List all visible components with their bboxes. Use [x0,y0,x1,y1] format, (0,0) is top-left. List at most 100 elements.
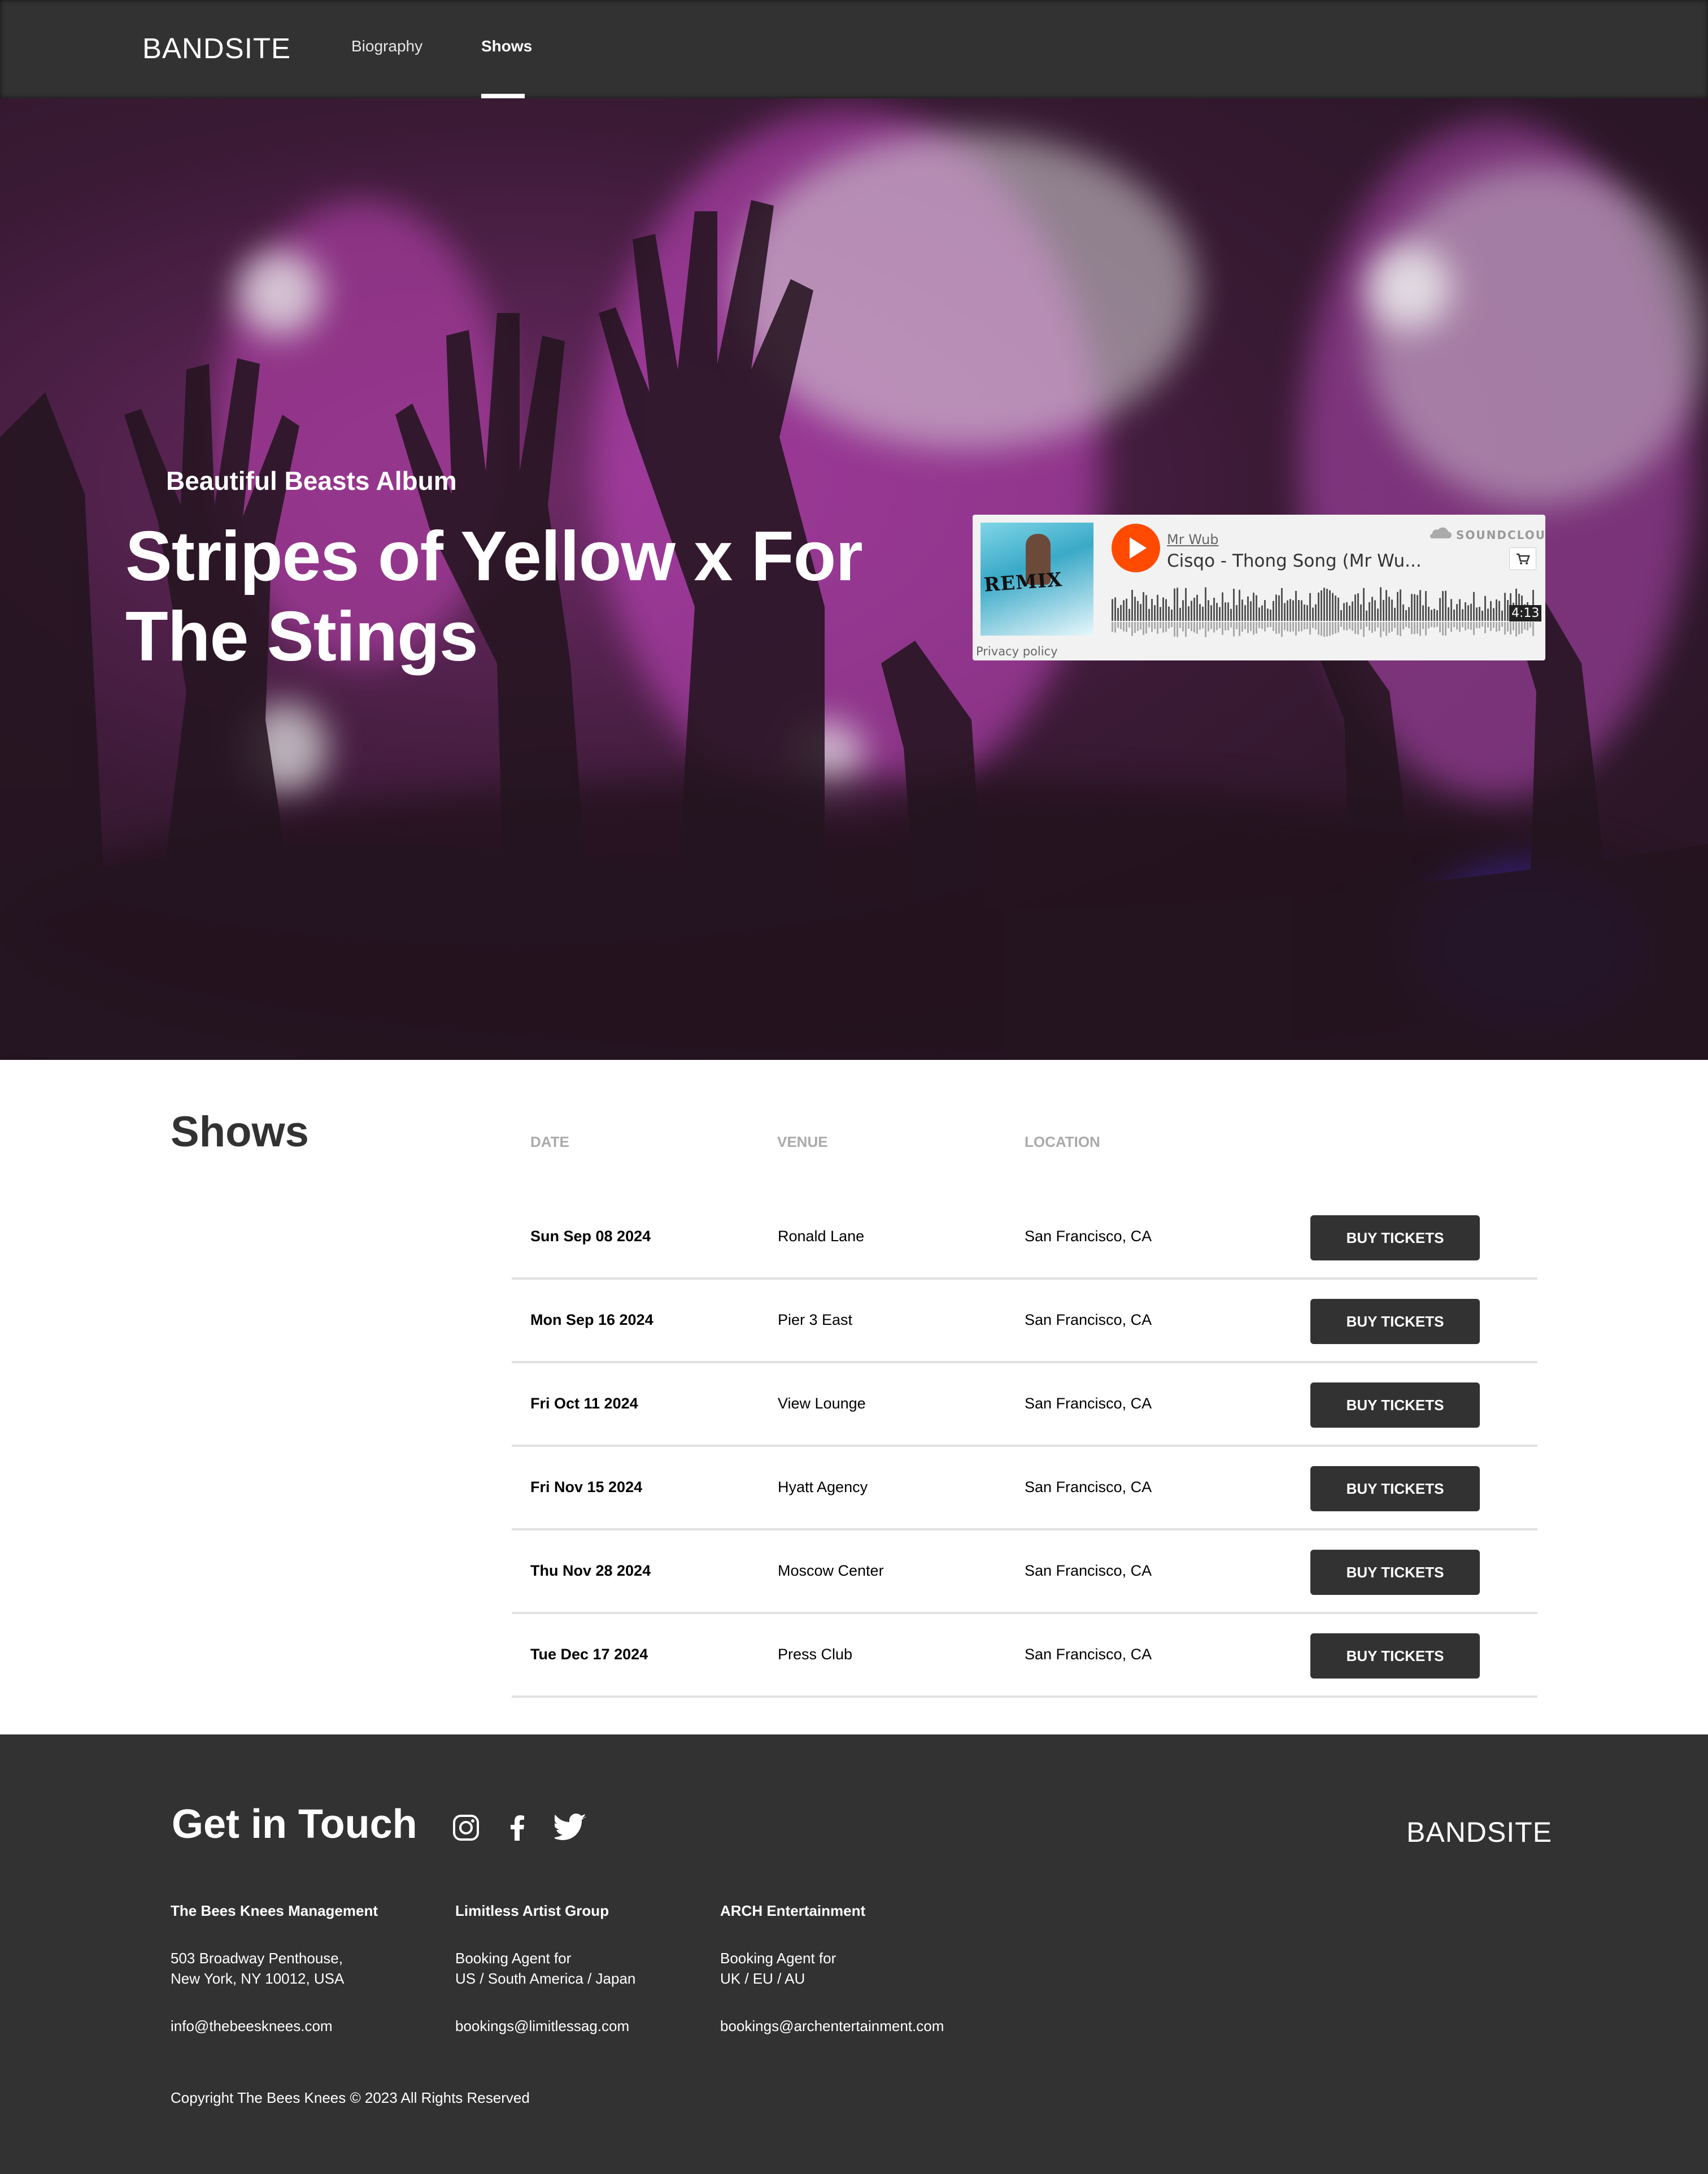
waveform-bar-reflection [1518,622,1520,634]
waveform-bar-reflection [1193,622,1195,633]
waveform-bar-reflection [1532,622,1534,636]
waveform-bar-reflection [1219,622,1221,629]
soundcloud-cloud-icon [1430,527,1452,538]
waveform-bar [1400,589,1401,621]
contact-name: The Bees Knees Management [171,1902,378,1919]
waveform-bar [1295,590,1297,621]
waveform-bar-reflection [1482,622,1483,627]
waveform-bar [1377,608,1379,621]
waveform-bar-reflection [1185,622,1187,637]
contact-address: 503 Broadway Penthouse, New York, NY 100… [171,1948,378,1989]
buy-tickets-button[interactable]: BUY TICKETS [1310,1550,1480,1595]
waveform-bar [1213,598,1215,621]
hero-title: Stripes of Yellow x For The Stings [125,518,863,676]
waveform-bar-reflection [1174,622,1175,637]
contact-address: Booking Agent for US / South America / J… [455,1948,635,1989]
waveform-bar-reflection [1131,622,1133,636]
waveform-bar [1165,599,1167,621]
waveform-bar-reflection [1295,622,1297,636]
twitter-icon[interactable] [552,1814,587,1845]
buy-tickets-button[interactable]: BUY TICKETS [1310,1299,1480,1344]
waveform-bar [1448,607,1449,621]
track-title-link[interactable]: Cisqo - Thong Song (Mr Wu... [1167,551,1422,571]
waveform-bar [1408,607,1410,621]
waveform-bar [1162,597,1164,621]
show-row[interactable]: Thu Nov 28 2024 Moscow Center San Franci… [512,1531,1537,1614]
show-venue: Hyatt Agency [778,1479,868,1495]
privacy-policy-link[interactable]: Privacy policy [976,645,1058,658]
waveform-bar [1484,595,1486,621]
waveform-bar-reflection [1301,622,1302,632]
waveform-bar [1383,599,1384,621]
soundcloud-brand[interactable]: SOUNDCLOUD [1456,528,1545,542]
contact-email-link[interactable]: bookings@limitlessag.com [455,2018,629,2034]
waveform-bar-reflection [1236,622,1238,629]
waveform-bar [1374,600,1376,621]
buy-tickets-button[interactable]: BUY TICKETS [1310,1215,1480,1260]
waveform-bar-reflection [1405,622,1407,627]
waveform-bar-reflection [1112,622,1113,632]
track-artist-link[interactable]: Mr Wub [1167,532,1219,547]
contact-line: UK / EU / AU [720,1970,805,1987]
waveform[interactable] [1112,587,1536,638]
contact-name: ARCH Entertainment [720,1902,866,1919]
waveform-bar-reflection [1177,622,1178,637]
nav-link-biography[interactable]: Biography [351,37,422,55]
instagram-icon[interactable] [452,1814,480,1845]
waveform-bar-reflection [1151,622,1153,632]
waveform-bar-reflection [1521,622,1523,634]
waveform-bar-reflection [1278,622,1280,634]
waveform-bar-reflection [1476,622,1478,628]
waveform-bar [1343,603,1345,621]
contact-email-link[interactable]: info@thebeesknees.com [171,2018,333,2034]
waveform-bar-reflection [1315,622,1317,630]
waveform-bar [1414,594,1415,621]
waveform-bar [1352,601,1353,621]
buy-tickets-button[interactable]: BUY TICKETS [1310,1382,1480,1428]
waveform-bar-reflection [1340,622,1342,627]
show-venue: Ronald Lane [778,1228,865,1245]
site-logo[interactable]: BANDSITE [142,32,291,65]
waveform-bar [1380,587,1382,621]
waveform-bar [1470,603,1472,621]
show-row[interactable]: Sun Sep 08 2024 Ronald Lane San Francisc… [512,1196,1537,1280]
show-row[interactable]: Fri Nov 15 2024 Hyatt Agency San Francis… [512,1447,1537,1531]
waveform-bar [1411,594,1413,621]
contact-email-link[interactable]: bookings@archentertainment.com [720,2018,944,2034]
waveform-bar [1298,600,1300,621]
nav-link-shows[interactable]: Shows [481,37,532,55]
waveform-bar [1467,605,1469,621]
show-row[interactable]: Fri Oct 11 2024 View Lounge San Francisc… [512,1363,1537,1447]
waveform-bar [1428,606,1430,621]
waveform-bar-reflection [1374,622,1376,632]
waveform-bar [1473,592,1475,621]
buy-tickets-button[interactable]: BUY TICKETS [1310,1633,1480,1679]
play-button[interactable] [1112,524,1160,572]
waveform-bar [1256,595,1257,621]
waveform-bar-reflection [1465,622,1466,631]
track-artwork[interactable]: REMIX [981,523,1093,636]
waveform-bar [1174,588,1175,621]
waveform-bar [1360,604,1362,621]
show-row[interactable]: Tue Dec 17 2024 Press Club San Francisco… [512,1614,1537,1698]
waveform-bar-reflection [1275,622,1277,634]
waveform-bar [1196,594,1198,621]
waveform-bar-reflection [1168,622,1170,629]
waveform-bar-reflection [1287,622,1288,632]
waveform-bar-reflection [1360,622,1362,630]
waveform-bar-reflection [1165,622,1167,632]
waveform-bar [1275,594,1277,621]
waveform-bar [1315,604,1317,621]
top-nav: BANDSITE Biography Shows [0,0,1708,98]
waveform-bar [1244,605,1246,621]
buy-tickets-button[interactable]: BUY TICKETS [1310,1466,1480,1511]
waveform-bar [1148,608,1150,621]
show-row[interactable]: Mon Sep 16 2024 Pier 3 East San Francisc… [512,1280,1537,1363]
waveform-bar-reflection [1400,622,1401,637]
soundcloud-player[interactable]: REMIX Mr Wub Cisqo - Thong Song (Mr Wu..… [973,515,1545,660]
waveform-bar-reflection [1114,622,1116,633]
waveform-bar [1326,589,1328,621]
footer-logo[interactable]: BANDSITE [1406,1816,1552,1849]
facebook-icon[interactable] [506,1814,529,1845]
buy-track-button[interactable] [1509,547,1536,570]
